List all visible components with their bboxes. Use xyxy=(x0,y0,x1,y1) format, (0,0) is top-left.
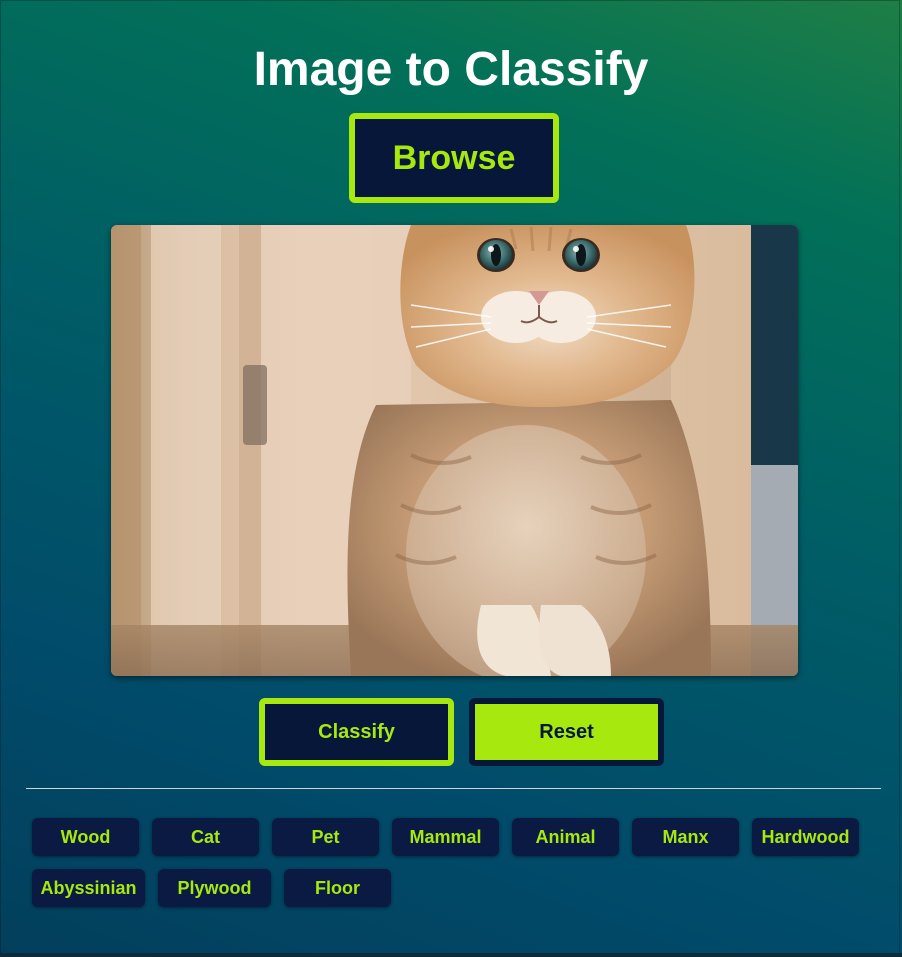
classify-button[interactable]: Classify xyxy=(259,698,454,766)
tag-list: Wood Cat Pet Mammal Animal Manx Hardwood… xyxy=(32,818,872,907)
tag-chip: Animal xyxy=(512,818,619,856)
section-divider xyxy=(26,788,881,789)
tag-chip: Wood xyxy=(32,818,139,856)
tag-chip: Plywood xyxy=(158,869,271,907)
tag-chip: Manx xyxy=(632,818,739,856)
tag-chip: Mammal xyxy=(392,818,499,856)
tag-chip: Pet xyxy=(272,818,379,856)
tag-chip: Hardwood xyxy=(752,818,859,856)
reset-button[interactable]: Reset xyxy=(469,698,664,766)
cat-photo xyxy=(111,225,798,676)
image-preview xyxy=(111,225,798,676)
page-title: Image to Classify xyxy=(253,43,649,96)
tag-chip: Cat xyxy=(152,818,259,856)
bottom-edge xyxy=(0,953,902,957)
tag-chip: Floor xyxy=(284,869,391,907)
browse-button[interactable]: Browse xyxy=(349,113,559,203)
tag-chip: Abyssinian xyxy=(32,869,145,907)
